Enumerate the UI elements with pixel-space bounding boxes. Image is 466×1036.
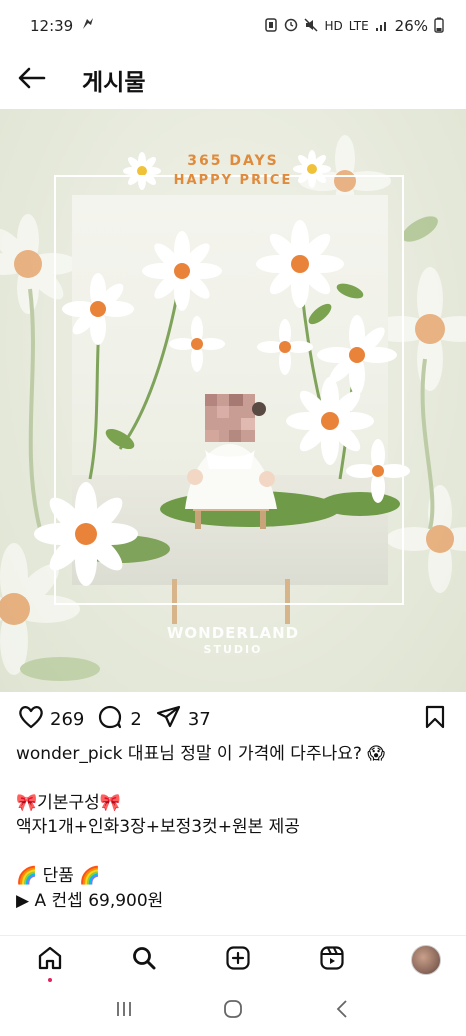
- system-back-button[interactable]: [324, 993, 360, 1029]
- heart-icon: [18, 705, 44, 734]
- post-caption: wonder_pick 대표님 정말 이 가격에 다주나요? 😱 🎀기본구성🎀 …: [16, 742, 456, 913]
- nav-search[interactable]: [126, 942, 162, 978]
- app-bar: 게시물: [0, 52, 466, 108]
- bookmark-icon: [424, 705, 446, 734]
- studio-brand-sub: STUDIO: [203, 643, 263, 656]
- post-actions: 269 2 37: [0, 703, 466, 735]
- caption-line-1: wonder_pick 대표님 정말 이 가격에 다주나요? 😱: [16, 744, 386, 764]
- nav-create[interactable]: [220, 942, 256, 978]
- post-image[interactable]: 365 DAYS HAPPY PRICE WONDERLAND STUDIO: [0, 109, 466, 692]
- home-circle-icon: [222, 998, 244, 1024]
- status-right: HD LTE 26%: [264, 17, 444, 36]
- studio-brand: WONDERLAND: [166, 624, 300, 642]
- status-time: 12:39: [30, 17, 74, 35]
- nav-reels[interactable]: [314, 942, 350, 978]
- arrow-left-icon: [18, 67, 46, 93]
- like-button[interactable]: 269: [18, 705, 84, 734]
- hd-voice-label: HD: [324, 19, 343, 33]
- comment-icon: [98, 705, 124, 734]
- comment-button[interactable]: 2: [98, 705, 142, 734]
- chevron-left-icon: [334, 998, 350, 1024]
- search-icon: [131, 945, 157, 975]
- caption-line-4: 🌈 단품 🌈: [16, 865, 101, 886]
- battery-icon: [434, 17, 444, 36]
- home-icon: [37, 945, 63, 975]
- caption-line-5: ▶ A 컨셉 69,900원: [16, 890, 164, 911]
- home-system-button[interactable]: [215, 993, 251, 1029]
- page-title: 게시물: [82, 70, 146, 96]
- clock-icon: [284, 18, 298, 35]
- reels-icon: [319, 945, 345, 975]
- system-navigation: [0, 986, 466, 1036]
- avatar: [411, 944, 441, 975]
- caption-line-3: 액자1개+인화3장+보정3컷+원본 제공: [16, 817, 300, 838]
- caption-line-2: 🎀기본구성🎀: [16, 792, 121, 813]
- status-bar: 12:39 HD LTE 26%: [0, 0, 466, 52]
- add-post-icon: [225, 945, 251, 975]
- nav-home[interactable]: [32, 942, 68, 982]
- white-frame: [54, 175, 404, 605]
- promo-subheadline: HAPPY PRICE: [173, 173, 293, 188]
- battery-level: 26%: [394, 17, 428, 35]
- lte-label: LTE: [348, 19, 369, 33]
- status-left: 12:39: [30, 16, 95, 36]
- back-button[interactable]: [0, 52, 64, 108]
- recent-apps-button[interactable]: [106, 993, 142, 1029]
- notification-dot: [48, 977, 52, 982]
- save-button[interactable]: [424, 705, 446, 734]
- notification-icon: [81, 16, 95, 36]
- send-icon: [156, 705, 182, 734]
- bottom-nav: [0, 935, 466, 983]
- alarm-icon: [264, 17, 278, 35]
- mute-icon: [304, 17, 318, 35]
- like-count: 269: [50, 708, 85, 730]
- share-button[interactable]: 37: [156, 705, 211, 734]
- promo-headline: 365 DAYS: [187, 153, 279, 169]
- share-count: 37: [187, 708, 211, 730]
- recent-apps-icon: [114, 1000, 134, 1022]
- signal-icon: [375, 18, 389, 35]
- nav-profile[interactable]: [408, 942, 444, 978]
- comment-count: 2: [130, 708, 142, 730]
